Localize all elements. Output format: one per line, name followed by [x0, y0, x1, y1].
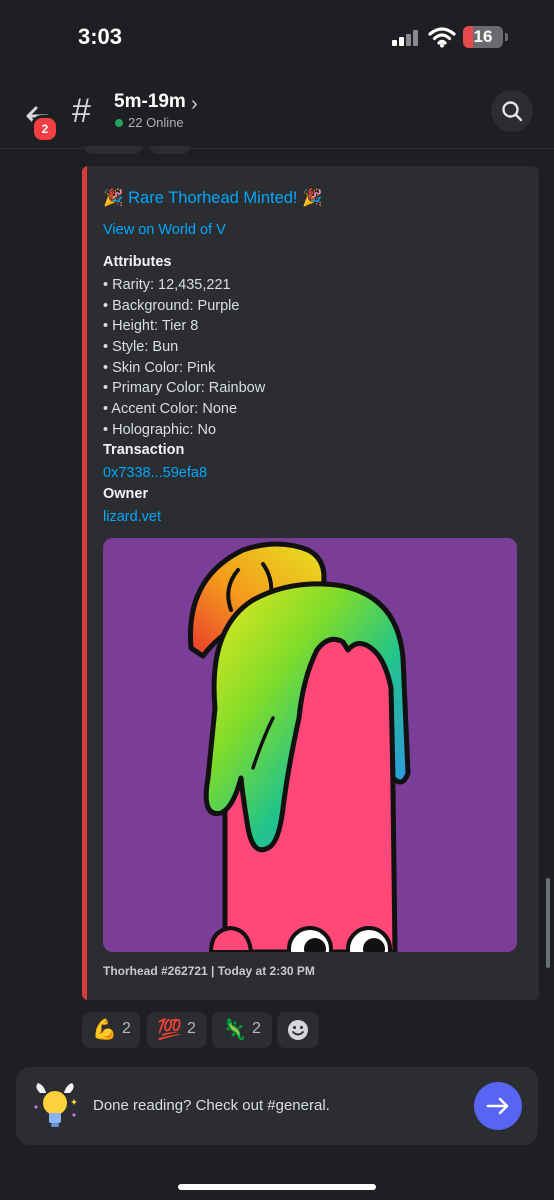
embed-footer: Thorhead #262721 | Today at 2:30 PM — [103, 964, 315, 978]
arrow-right-icon — [486, 1097, 509, 1115]
scrollbar[interactable] — [546, 878, 550, 968]
bot-embed: 🎉 Rare Thorhead Minted! 🎉 View on World … — [82, 166, 539, 1000]
channel-name[interactable]: 5m-19m — [114, 91, 186, 113]
attribute-skin-color: • Skin Color: Pink — [103, 360, 216, 376]
attribute-height: • Height: Tier 8 — [103, 318, 199, 334]
status-time: 3:03 — [78, 24, 123, 49]
attribute-background: • Background: Purple — [103, 298, 240, 314]
reaction-lizard[interactable]: 🦎 2 — [212, 1012, 272, 1048]
online-count: 22 Online — [128, 115, 184, 130]
reaction-flexed-biceps[interactable]: 💪 2 — [82, 1012, 140, 1048]
lizard-icon: 🦎 — [222, 1019, 247, 1041]
battery-level: 16 — [473, 27, 493, 46]
party-popper-icon: 🎉 — [103, 189, 124, 207]
embed-accent-bar — [82, 166, 87, 1000]
wifi-icon — [428, 27, 456, 48]
attribute-holographic: • Holographic: No — [103, 422, 217, 438]
embed-title-text: Rare Thorhead Minted! — [128, 189, 298, 207]
home-indicator[interactable] — [178, 1184, 376, 1190]
attribute-primary-color: • Primary Color: Rainbow — [103, 380, 266, 396]
party-popper-icon: 🎉 — [302, 189, 323, 207]
attribute-style: • Style: Bun — [103, 339, 179, 355]
search-button[interactable] — [491, 90, 533, 132]
previous-reaction-pill[interactable] — [150, 146, 190, 154]
thorhead-character-illustration — [103, 538, 517, 952]
previous-reaction-pill[interactable] — [84, 146, 142, 154]
reaction-hundred-points[interactable]: 💯 2 — [147, 1012, 207, 1048]
cellular-signal-icon — [392, 30, 420, 46]
done-reading-banner[interactable]: Done reading? Check out #general. — [16, 1067, 538, 1145]
world-of-v-link[interactable]: View on World of V — [103, 222, 226, 238]
online-status-dot — [115, 119, 123, 127]
search-icon — [502, 101, 523, 122]
add-reaction-button[interactable] — [277, 1012, 319, 1048]
add-reaction-icon — [288, 1020, 308, 1040]
battery-indicator: 16 — [463, 26, 503, 48]
embed-title[interactable]: 🎉 Rare Thorhead Minted! 🎉 — [103, 189, 323, 208]
reaction-count: 2 — [252, 1020, 261, 1037]
hash-icon: # — [72, 92, 91, 130]
transaction-label: Transaction — [103, 442, 185, 458]
lightbulb-icon — [34, 1083, 77, 1127]
attribute-accent-color: • Accent Color: None — [103, 401, 238, 417]
reaction-count: 2 — [187, 1020, 196, 1037]
owner-link[interactable]: lizard.vet — [103, 509, 161, 525]
attributes-label: Attributes — [103, 254, 172, 270]
flexed-biceps-icon: 💪 — [92, 1019, 117, 1041]
done-reading-text: Done reading? Check out #general. — [93, 1097, 330, 1114]
reaction-count: 2 — [122, 1020, 131, 1037]
go-to-general-button[interactable] — [474, 1082, 522, 1130]
hundred-points-icon: 💯 — [157, 1019, 182, 1041]
chevron-right-icon[interactable]: › — [191, 93, 198, 116]
owner-label: Owner — [103, 486, 149, 502]
attribute-rarity: • Rarity: 12,435,221 — [103, 277, 231, 293]
transaction-link[interactable]: 0x7338...59efa8 — [103, 465, 207, 481]
nft-image[interactable] — [103, 538, 517, 952]
unread-badge: 2 — [31, 115, 59, 143]
